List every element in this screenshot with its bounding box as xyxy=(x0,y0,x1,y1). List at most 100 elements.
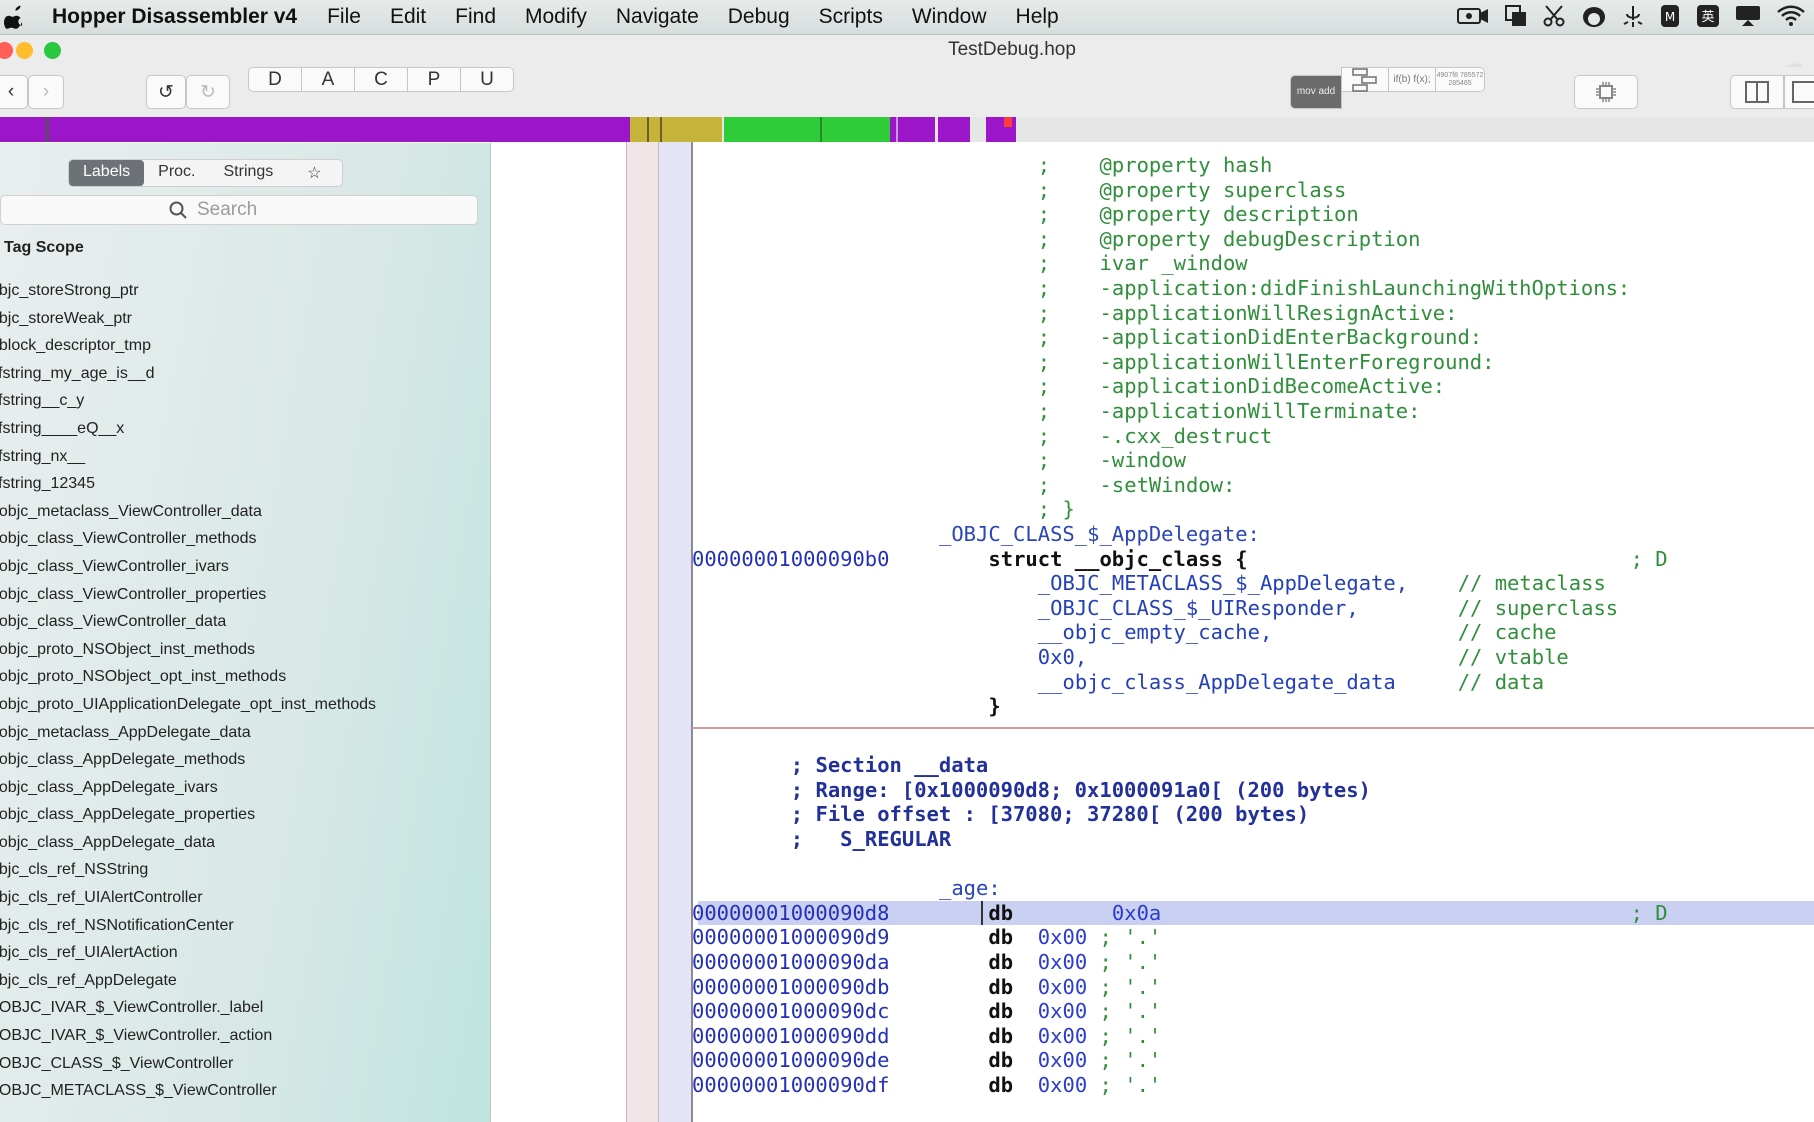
comment-line[interactable]: -applicationWillEnterForeground: xyxy=(1100,350,1495,374)
define-procedure-button[interactable]: P xyxy=(407,67,461,92)
struct-field[interactable]: __objc_empty_cache, xyxy=(1038,620,1273,644)
section-comment[interactable]: ; File offset : [37080; 37280[ (200 byte… xyxy=(791,802,1309,826)
debugger-button[interactable] xyxy=(1574,75,1638,109)
comment-semicolon[interactable]: ; xyxy=(1038,227,1050,251)
label-list-item[interactable]: _objc_class_AppDelegate_properties xyxy=(0,801,376,829)
section-comment[interactable]: ; Range: [0x1000090d8; 0x1000091a0[ (200… xyxy=(791,778,1371,802)
label-list-item[interactable]: cfstring_my_age_is__d xyxy=(0,360,376,388)
pseudocode-mode-button[interactable]: if(b) f(x); xyxy=(1388,67,1436,92)
input-method-icon[interactable]: 英 xyxy=(1696,4,1720,28)
comment-line[interactable]: @property hash xyxy=(1100,153,1273,177)
address[interactable]: 00000001000090d8 xyxy=(692,901,889,925)
label-list-item[interactable]: _objc_proto_NSObject_opt_inst_methods xyxy=(0,663,376,691)
address[interactable]: 00000001000090db xyxy=(692,975,889,999)
segment-cstring[interactable] xyxy=(724,117,890,142)
operand-value[interactable]: 0x00 xyxy=(1038,999,1087,1023)
menu-edit[interactable]: Edit xyxy=(390,5,426,29)
menu-navigate[interactable]: Navigate xyxy=(616,5,699,29)
comment-semicolon[interactable]: ; xyxy=(1038,374,1050,398)
label-list-item[interactable]: objc_storeStrong_ptr xyxy=(0,277,376,305)
define-ascii-button[interactable]: A xyxy=(301,67,355,92)
current-position-marker[interactable] xyxy=(1004,117,1012,127)
field-comment[interactable]: // cache xyxy=(1458,620,1557,644)
define-data-button[interactable]: D xyxy=(248,67,302,92)
operand-value[interactable]: 0x00 xyxy=(1038,925,1087,949)
label-list-item[interactable]: _objc_metaclass_AppDelegate_data xyxy=(0,719,376,747)
menu-help[interactable]: Help xyxy=(1016,5,1059,29)
toggle-panel-button[interactable] xyxy=(1784,75,1814,109)
label-definition[interactable]: _age: xyxy=(939,876,1001,900)
label-list-item[interactable]: objc_cls_ref_UIAlertController xyxy=(0,884,376,912)
tab-labels[interactable]: Labels xyxy=(69,160,145,186)
address[interactable]: 00000001000090de xyxy=(692,1048,889,1072)
comment-line[interactable]: @property description xyxy=(1100,202,1359,226)
operand-value[interactable]: 0x00 xyxy=(1038,950,1087,974)
segment-data[interactable] xyxy=(890,117,1016,142)
label-list-item[interactable]: objc_cls_ref_NSString xyxy=(0,856,376,884)
section-comment[interactable]: ; S_REGULAR xyxy=(791,827,951,851)
keyboard-m-icon[interactable]: M xyxy=(1658,4,1682,28)
comment-semicolon[interactable]: ; xyxy=(1038,178,1050,202)
segment-code[interactable] xyxy=(0,117,630,142)
comment-semicolon[interactable]: ; xyxy=(1038,153,1050,177)
segment-map[interactable] xyxy=(0,117,1814,142)
byte-comment[interactable]: ; '.' xyxy=(1100,925,1162,949)
comment-line[interactable]: -applicationWillTerminate: xyxy=(1100,399,1421,423)
label-list-item[interactable]: _objc_metaclass_ViewController_data xyxy=(0,498,376,526)
xref-comment[interactable]: ; D xyxy=(1631,901,1668,925)
menu-debug[interactable]: Debug xyxy=(728,5,790,29)
screen-record-icon[interactable] xyxy=(1456,4,1490,28)
instruction-mnemonic[interactable]: db xyxy=(988,975,1013,999)
define-code-button[interactable]: C xyxy=(354,67,408,92)
label-list-item[interactable]: _objc_proto_NSObject_inst_methods xyxy=(0,636,376,664)
label-list-item[interactable]: cfstring_12345 xyxy=(0,470,376,498)
undo-button[interactable]: ↺ xyxy=(146,75,186,109)
comment-line[interactable]: -applicationWillResignActive: xyxy=(1100,301,1458,325)
label-list-item[interactable]: objc_cls_ref_UIAlertAction xyxy=(0,939,376,967)
comment-semicolon[interactable]: ; xyxy=(1038,350,1050,374)
menu-window[interactable]: Window xyxy=(912,5,987,29)
tab-procedures[interactable]: Proc. xyxy=(144,160,209,186)
scissors-icon[interactable] xyxy=(1542,4,1566,28)
label-list-item[interactable]: _objc_class_AppDelegate_ivars xyxy=(0,774,376,802)
comment-line[interactable]: -.cxx_destruct xyxy=(1100,424,1273,448)
comment-line[interactable]: -application:didFinishLaunchingWithOptio… xyxy=(1100,276,1631,300)
address[interactable]: 00000001000090da xyxy=(692,950,889,974)
operand-value[interactable]: 0x00 xyxy=(1038,975,1087,999)
microphone-icon[interactable] xyxy=(1622,4,1644,28)
label-list-item[interactable]: _objc_class_ViewController_ivars xyxy=(0,553,376,581)
section-comment[interactable]: ; Section __data xyxy=(791,753,988,777)
instruction-mnemonic[interactable]: db xyxy=(988,925,1013,949)
operand-value[interactable]: 0x00 xyxy=(1038,1024,1087,1048)
address[interactable]: 00000001000090b0 xyxy=(692,547,889,571)
undefine-button[interactable]: U xyxy=(460,67,514,92)
forward-button[interactable]: › xyxy=(28,75,64,109)
byte-comment[interactable]: ; '.' xyxy=(1100,1024,1162,1048)
comment-line[interactable]: -setWindow: xyxy=(1100,473,1236,497)
operand-value[interactable]: 0x00 xyxy=(1038,1048,1087,1072)
label-list-item[interactable]: cfstring__c_y xyxy=(0,387,376,415)
comment-line[interactable]: -applicationDidEnterBackground: xyxy=(1100,325,1483,349)
app-menu[interactable]: Hopper Disassembler v4 xyxy=(52,5,297,29)
comment-semicolon[interactable]: ; xyxy=(1038,473,1050,497)
struct-declaration[interactable]: struct __objc_class { xyxy=(988,547,1247,571)
menu-find[interactable]: Find xyxy=(455,5,496,29)
address[interactable]: 00000001000090df xyxy=(692,1073,889,1097)
asm-mode-button[interactable]: mov add xyxy=(1290,75,1342,109)
instruction-mnemonic[interactable]: db xyxy=(988,999,1013,1023)
redo-button[interactable]: ↻ xyxy=(186,75,230,109)
toggle-inspector-button[interactable] xyxy=(1730,75,1784,109)
disassembly-view[interactable]: ; @property hash; @property superclass; @pr… xyxy=(692,142,1814,1122)
label-list-item[interactable]: objc_cls_ref_AppDelegate xyxy=(0,967,376,995)
comment-semicolon[interactable]: ; xyxy=(1038,325,1050,349)
label-definition[interactable]: _OBJC_CLASS_$_AppDelegate: xyxy=(939,522,1260,546)
byte-comment[interactable]: ; '.' xyxy=(1100,1073,1162,1097)
hex-mode-button[interactable]: 4907f8 785572 285465 xyxy=(1435,67,1485,92)
label-list-item[interactable]: _OBJC_CLASS_$_ViewController xyxy=(0,1050,376,1078)
operand-value[interactable]: 0x0a xyxy=(1112,901,1161,925)
comment-line[interactable]: @property superclass xyxy=(1100,178,1347,202)
instruction-mnemonic[interactable]: db xyxy=(988,1048,1013,1072)
label-list-item[interactable]: _objc_proto_UIApplicationDelegate_opt_in… xyxy=(0,691,376,719)
menu-modify[interactable]: Modify xyxy=(525,5,587,29)
back-button[interactable]: ‹ xyxy=(0,75,28,109)
